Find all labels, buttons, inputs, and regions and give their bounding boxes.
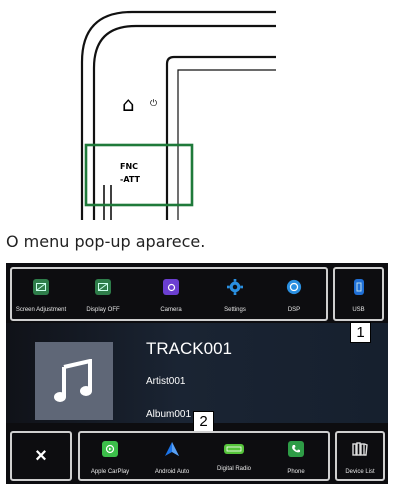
album-artwork [35, 342, 113, 420]
dsp-button[interactable]: DSP [265, 279, 323, 313]
track-title: TRACK001 [146, 339, 232, 358]
screen: Screen Adjustment Display OFF Camera Set… [6, 263, 388, 484]
power-icon: ⏻ [150, 99, 158, 109]
home-icon: ⌂ [122, 92, 135, 116]
screen-adjustment-button[interactable]: Screen Adjustment [12, 279, 70, 313]
digital-radio-button[interactable]: Digital Radio [204, 441, 264, 472]
usb-label: USB [352, 307, 365, 313]
dsp-label: DSP [287, 307, 301, 313]
device-bezel-illustration [80, 10, 276, 220]
callout-1: 1 [350, 322, 371, 343]
gear-icon [227, 279, 243, 295]
dsp-icon [286, 279, 302, 295]
android-auto-icon [164, 441, 180, 457]
camera-button[interactable]: Camera [142, 279, 200, 313]
carplay-icon [102, 441, 118, 457]
android-auto-button[interactable]: Android Auto [142, 441, 202, 475]
screen-adjust-icon [33, 279, 49, 295]
settings-label: Settings [224, 307, 246, 313]
screen-adjustment-label: Screen Adjustment [15, 307, 67, 313]
phone-label: Phone [287, 469, 305, 475]
camera-label: Camera [160, 307, 182, 313]
camera-icon [163, 279, 179, 295]
close-icon: × [35, 444, 47, 467]
android-auto-label: Android Auto [154, 469, 190, 475]
usb-icon [353, 279, 364, 295]
display-off-icon [95, 279, 111, 295]
phone-icon [288, 441, 304, 457]
phone-button[interactable]: Phone [266, 441, 326, 475]
caption-text: O menu pop-up aparece. [6, 232, 206, 251]
apple-carplay-label: Apple CarPlay [90, 469, 130, 475]
device-list-button[interactable]: Device List [337, 441, 383, 475]
callout-2: 2 [193, 411, 214, 432]
close-button[interactable]: × [10, 431, 72, 481]
settings-button[interactable]: Settings [206, 279, 264, 313]
album-name: Album001 [146, 409, 192, 420]
apple-carplay-button[interactable]: Apple CarPlay [80, 441, 140, 475]
device-list-icon [352, 441, 368, 457]
fnc-button-label-line1: FNC [120, 162, 139, 171]
artist-name: Artist001 [146, 376, 186, 387]
display-off-label: Display OFF [86, 307, 120, 313]
music-note-icon [54, 359, 92, 402]
device-list-label: Device List [345, 469, 375, 475]
fnc-button-label-line2: -ATT [120, 175, 140, 184]
display-off-button[interactable]: Display OFF [74, 279, 132, 313]
usb-button[interactable]: USB [335, 279, 382, 313]
dab-icon [224, 444, 244, 454]
digital-radio-label: Digital Radio [216, 466, 252, 472]
